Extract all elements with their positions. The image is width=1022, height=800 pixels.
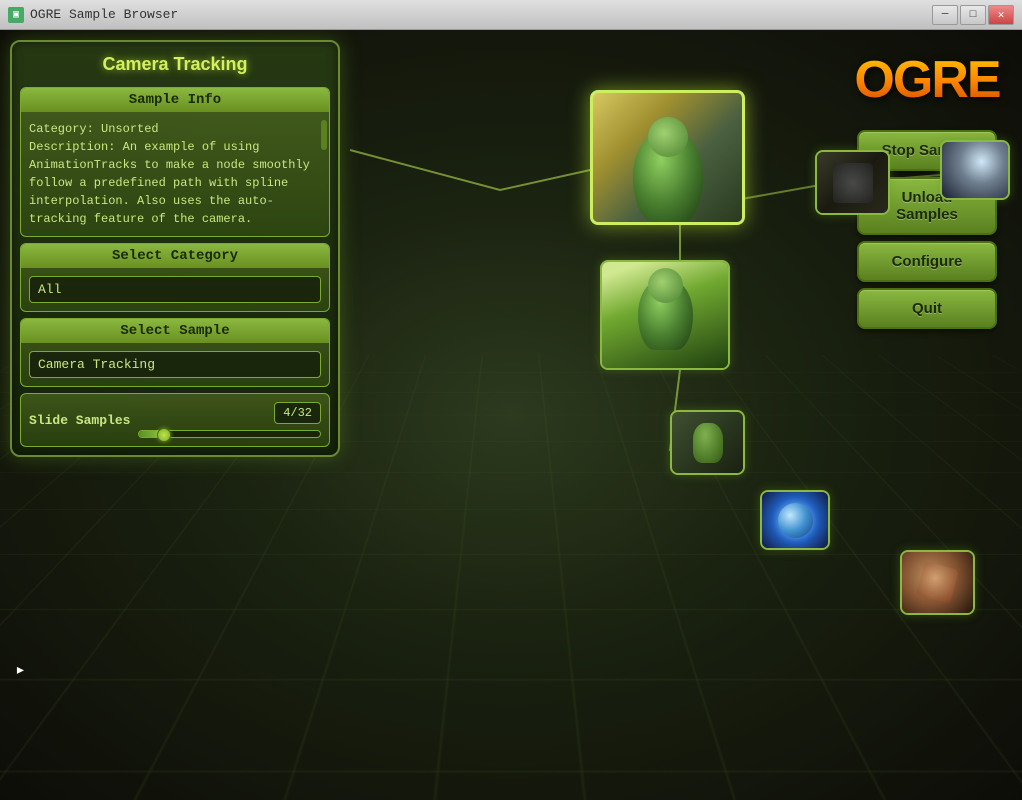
select-category-header: Select Category — [21, 244, 329, 268]
slide-samples-section: Slide Samples 4/32 — [20, 393, 330, 447]
window-controls: ─ □ ✕ — [932, 5, 1014, 25]
slider-track[interactable] — [138, 430, 321, 438]
app-icon: ▣ — [8, 7, 24, 23]
thumb-inner-6 — [762, 492, 828, 548]
thumbnail-small-figure[interactable] — [670, 410, 745, 475]
thumb-inner-5 — [672, 412, 743, 473]
minimize-button[interactable]: ─ — [932, 5, 958, 25]
slide-value: 4/32 — [274, 402, 321, 424]
sample-info-header: Sample Info — [21, 88, 329, 112]
left-panel: Camera Tracking Sample Info Category: Un… — [10, 40, 340, 457]
sample-info-content: Category: Unsorted Description: An examp… — [21, 112, 329, 236]
ogre-logo: OGRE — [852, 40, 1002, 120]
select-sample-box: Select Sample — [20, 318, 330, 387]
titlebar-left: ▣ OGRE Sample Browser — [8, 7, 178, 23]
thumbnail-green-figure[interactable] — [600, 260, 730, 370]
thumb-inner-2 — [817, 152, 888, 213]
window-title: OGRE Sample Browser — [30, 7, 178, 22]
ogre-text: OGRE — [854, 50, 999, 110]
thumb-inner-1 — [593, 93, 742, 222]
titlebar: ▣ OGRE Sample Browser ─ □ ✕ — [0, 0, 1022, 30]
thumb-inner-7 — [902, 552, 973, 613]
thumbnail-camera-tracking[interactable] — [590, 90, 745, 225]
slider-thumb[interactable] — [157, 428, 171, 442]
scroll-indicator[interactable] — [321, 120, 327, 150]
close-button[interactable]: ✕ — [988, 5, 1014, 25]
slide-label: Slide Samples — [29, 413, 130, 428]
sample-info-box: Sample Info Category: Unsorted Descripti… — [20, 87, 330, 237]
panel-title: Camera Tracking — [20, 50, 330, 79]
thumbnail-brown[interactable] — [900, 550, 975, 615]
slider-container: 4/32 — [138, 402, 321, 438]
thumbnail-dark[interactable] — [815, 150, 890, 215]
thumbnail-blue-orb[interactable] — [760, 490, 830, 550]
sample-input[interactable] — [29, 351, 321, 378]
main-area: Camera Tracking Sample Info Category: Un… — [0, 30, 1022, 800]
quit-button[interactable]: Quit — [857, 288, 997, 329]
cursor: ▸ — [15, 662, 26, 680]
category-input[interactable] — [29, 276, 321, 303]
select-category-box: Select Category — [20, 243, 330, 312]
thumb-inner-3 — [942, 142, 1008, 198]
maximize-button[interactable]: □ — [960, 5, 986, 25]
configure-button[interactable]: Configure — [857, 241, 997, 282]
sample-info-text: Category: Unsorted Description: An examp… — [29, 122, 310, 226]
thumb-inner-4 — [602, 262, 728, 368]
thumbnail-light[interactable] — [940, 140, 1010, 200]
select-sample-header: Select Sample — [21, 319, 329, 343]
